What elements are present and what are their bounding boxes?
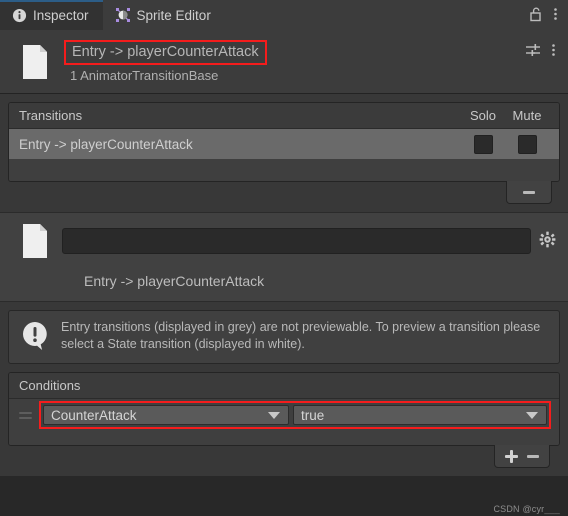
condition-parameter-value: CounterAttack <box>51 407 137 423</box>
help-message: Entry transitions (displayed in grey) ar… <box>61 320 541 351</box>
transitions-col-solo: Solo <box>469 108 497 123</box>
help-section: Entry transitions (displayed in grey) ar… <box>0 302 568 372</box>
preview-name-input[interactable] <box>62 228 531 254</box>
watermark-text: CSDN @cyr <box>493 504 545 514</box>
remove-transition-button[interactable] <box>506 181 552 204</box>
object-header: Entry -> playerCounterAttack 1 AnimatorT… <box>0 30 568 94</box>
drag-handle-icon[interactable] <box>15 411 39 419</box>
minus-icon <box>523 190 535 194</box>
tab-sprite-editor[interactable]: Sprite Editor <box>103 0 225 30</box>
mute-checkbox-cell <box>505 134 549 154</box>
preview-caption: Entry -> playerCounterAttack <box>84 273 265 289</box>
conditions-panel-footer <box>9 431 559 445</box>
tab-sprite-editor-label: Sprite Editor <box>136 7 211 23</box>
object-subtitle: 1 AnimatorTransitionBase <box>70 68 219 83</box>
preview-top-row <box>12 223 556 259</box>
condition-add-remove-buttons <box>494 445 550 468</box>
info-icon <box>12 8 27 23</box>
transitions-section: Transitions Solo Mute Entry -> playerCou… <box>0 94 568 212</box>
watermark: CSDN @cyr___ <box>493 504 560 514</box>
object-header-actions <box>525 42 560 61</box>
conditions-section: Conditions CounterAttack true <box>0 372 568 476</box>
transitions-panel-header: Transitions Solo Mute <box>9 103 559 129</box>
transitions-header-label: Transitions <box>19 108 83 123</box>
tab-inspector-label: Inspector <box>33 7 89 23</box>
document-icon <box>12 223 58 259</box>
condition-value-dropdown[interactable]: true <box>293 405 547 425</box>
conditions-header-label: Conditions <box>19 378 81 393</box>
condition-value-value: true <box>301 407 325 423</box>
transitions-panel: Transitions Solo Mute Entry -> playerCou… <box>8 102 560 182</box>
object-title-highlight: Entry -> playerCounterAttack <box>64 40 267 65</box>
kebab-menu-icon[interactable] <box>553 6 558 25</box>
document-icon <box>12 44 58 80</box>
condition-fields-highlight: CounterAttack true <box>39 401 551 429</box>
remove-condition-button[interactable] <box>527 454 539 458</box>
solo-checkbox[interactable] <box>473 134 493 154</box>
tab-bar-actions <box>529 0 568 30</box>
tab-inspector[interactable]: Inspector <box>0 0 103 30</box>
conditions-button-bar <box>8 445 560 468</box>
unlocked-padlock-icon[interactable] <box>529 6 543 25</box>
preset-sliders-icon[interactable] <box>525 42 541 61</box>
conditions-panel: Conditions CounterAttack true <box>8 372 560 446</box>
conditions-panel-header: Conditions <box>9 373 559 399</box>
sprite-editor-icon <box>115 7 131 23</box>
object-header-texts: Entry -> playerCounterAttack 1 AnimatorT… <box>58 40 525 83</box>
transitions-panel-footer <box>9 159 559 181</box>
mute-checkbox[interactable] <box>517 134 537 154</box>
watermark-tail: ___ <box>544 504 560 514</box>
add-condition-button[interactable] <box>505 449 518 463</box>
condition-parameter-dropdown[interactable]: CounterAttack <box>43 405 289 425</box>
solo-checkbox-cell <box>461 134 505 154</box>
table-row[interactable]: Entry -> playerCounterAttack <box>9 129 559 159</box>
transitions-col-mute: Mute <box>512 108 542 123</box>
transitions-button-bar <box>8 181 560 204</box>
info-bubble-icon <box>19 319 51 354</box>
transition-row-label: Entry -> playerCounterAttack <box>19 136 193 152</box>
kebab-menu-icon[interactable] <box>551 42 556 61</box>
condition-row: CounterAttack true <box>9 399 559 431</box>
page-title: Entry -> playerCounterAttack <box>72 44 259 60</box>
editor-tab-bar: Inspector Sprite Editor <box>0 0 568 30</box>
tab-bar-spacer <box>225 0 529 30</box>
chevron-down-icon <box>268 411 280 419</box>
help-box: Entry transitions (displayed in grey) ar… <box>8 310 560 364</box>
gear-icon[interactable] <box>539 231 556 251</box>
chevron-down-icon <box>526 411 538 419</box>
preview-block: Entry -> playerCounterAttack <box>0 212 568 302</box>
